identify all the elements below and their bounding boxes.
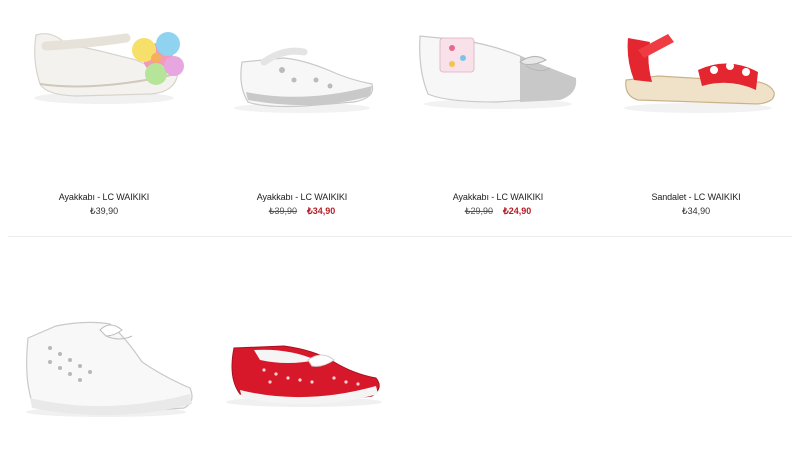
- product-name[interactable]: Ayakkabı - LC WAIKIKI: [6, 192, 202, 202]
- product-old-price: ₺29,90: [464, 206, 493, 216]
- product-price: ₺34,90: [681, 206, 711, 216]
- product-price-row: ₺29,90 ₺24,90: [400, 206, 596, 217]
- row-divider: [8, 236, 792, 237]
- white-silver-strap-shoe-icon: [234, 47, 374, 113]
- product-image[interactable]: [204, 0, 400, 185]
- red-sandal-icon: [624, 34, 775, 113]
- white-ballerina-flower-icon: [34, 32, 184, 104]
- product-old-price: ₺39,90: [268, 206, 297, 216]
- product-price-row: ₺34,90: [598, 206, 794, 217]
- product-price: ₺39,90: [89, 206, 119, 216]
- product-price-row: ₺39,90: [6, 206, 202, 217]
- product-sale-price: ₺24,90: [503, 206, 532, 216]
- product-name[interactable]: Sandalet - LC WAIKIKI: [598, 192, 794, 202]
- product-card[interactable]: Ayakkabı - LC WAIKIKI ₺39,90: [6, 0, 202, 225]
- product-image[interactable]: [6, 238, 202, 423]
- product-card[interactable]: Ayakkabı - LC WAIKIKI ₺29,90 ₺24,90: [400, 0, 596, 225]
- red-dotted-slipon-icon: [226, 345, 382, 407]
- product-card[interactable]: [204, 238, 400, 463]
- product-image[interactable]: [204, 238, 400, 423]
- product-card[interactable]: [6, 238, 202, 463]
- white-sneaker-icon: [26, 321, 193, 417]
- product-card[interactable]: Sandalet - LC WAIKIKI ₺34,90: [598, 0, 794, 225]
- product-card[interactable]: Ayakkabı - LC WAIKIKI ₺39,90 ₺34,90: [204, 0, 400, 225]
- product-image[interactable]: [400, 0, 596, 185]
- product-name[interactable]: Ayakkabı - LC WAIKIKI: [400, 192, 596, 202]
- product-grid: Ayakkabı - LC WAIKIKI ₺39,90 Ayakkabı - …: [0, 0, 800, 450]
- product-image[interactable]: [6, 0, 202, 185]
- product-price-row: ₺39,90 ₺34,90: [204, 206, 400, 217]
- product-sale-price: ₺34,90: [307, 206, 336, 216]
- product-name[interactable]: Ayakkabı - LC WAIKIKI: [204, 192, 400, 202]
- white-silver-bow-flat-icon: [419, 35, 577, 109]
- product-image[interactable]: [598, 0, 794, 185]
